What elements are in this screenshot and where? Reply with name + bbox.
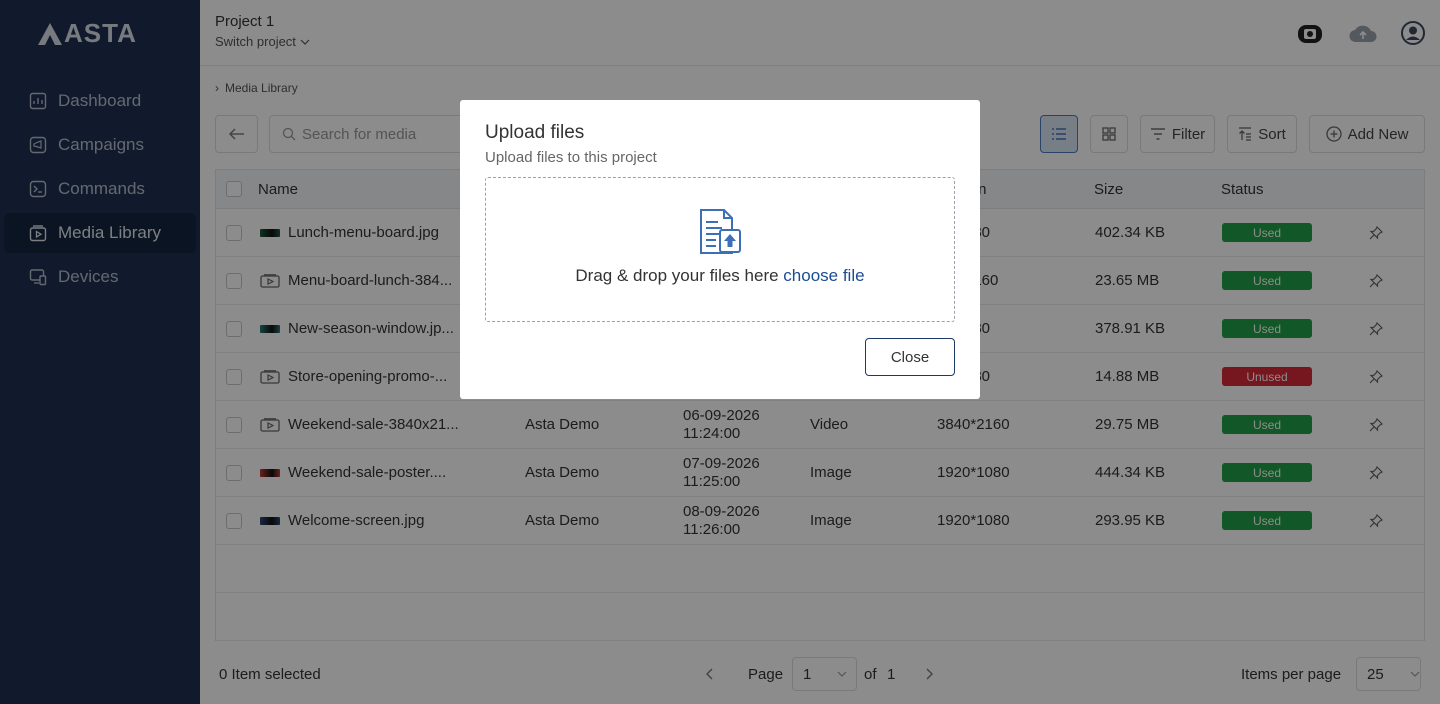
file-upload-icon (698, 208, 744, 261)
upload-files-modal: Upload files Upload files to this projec… (460, 100, 980, 399)
choose-file-link[interactable]: choose file (783, 266, 864, 285)
dropzone-text: Drag & drop your files here choose file (486, 266, 954, 286)
drop-instructions: Drag & drop your files here (575, 266, 779, 285)
modal-title: Upload files (485, 122, 585, 143)
close-button[interactable]: Close (865, 338, 955, 376)
modal-subtitle: Upload files to this project (485, 149, 657, 166)
file-dropzone[interactable]: Drag & drop your files here choose file (485, 177, 955, 322)
